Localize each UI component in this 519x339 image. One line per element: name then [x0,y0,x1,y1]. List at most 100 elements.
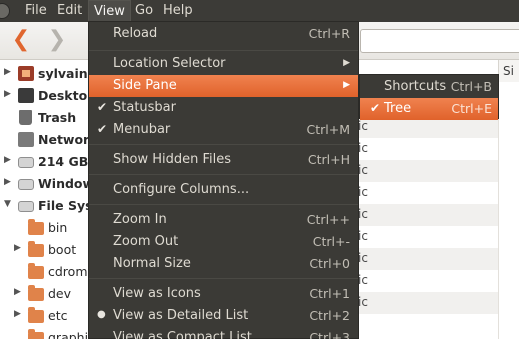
menu-item-label: View as Compact List [113,330,252,339]
expander-icon[interactable]: ▶ [14,243,21,253]
tree-item-boot[interactable]: ▶ boot [0,239,96,261]
window-close-icon[interactable] [0,3,10,19]
table-row[interactable]: ic [358,182,498,204]
menu-item-accel: Ctrl+B [450,79,492,94]
cell: ic [358,207,368,221]
home-folder-icon [18,66,34,81]
folder-icon [28,329,44,339]
cell: ic [358,295,368,309]
tree-item-label: dev [48,286,72,301]
table-row[interactable]: ic [358,204,498,226]
forward-arrow-icon[interactable]: ❯ [44,29,70,53]
column-header-size[interactable]: Si [498,60,519,82]
side-pane-tree: ▶ sylvain ▶ Desktop Trash Network ▶ 214 … [0,60,96,339]
menu-item-side-pane[interactable]: Side Pane ▶ [89,75,358,97]
menu-item-label: Shortcuts [384,79,447,94]
menu-item-accel: Ctrl+R [308,26,350,41]
menu-help[interactable]: Help [158,0,198,22]
table-row[interactable]: ic [358,270,498,292]
table-row[interactable]: ic [358,292,498,314]
cell: ic [358,119,368,133]
expander-icon[interactable]: ▼ [4,199,11,209]
menu-edit[interactable]: Edit [52,0,87,22]
tree-item-dev[interactable]: ▶ dev [0,283,96,305]
tree-item-etc[interactable]: ▶ etc [0,305,96,327]
submenu-arrow-icon: ▶ [343,58,350,68]
tree-item-label: graphi [48,330,89,339]
menu-separator [89,50,358,51]
menu-separator [89,204,358,205]
folder-icon [28,263,44,279]
menubar: File Edit View Go Help [0,0,519,22]
menu-item-accel: Ctrl+2 [309,308,350,323]
tree-item-desktop[interactable]: ▶ Desktop [0,85,96,107]
menu-item-label: Zoom Out [113,234,179,249]
expander-icon[interactable]: ▶ [4,89,11,99]
tree-item-label: boot [48,242,77,257]
menu-separator [89,278,358,279]
expander-icon[interactable]: ▶ [14,309,21,319]
menu-item-menubar[interactable]: ✔ Menubar Ctrl+M [89,119,358,141]
expander-icon[interactable]: ▶ [4,67,11,77]
tree-item-label: bin [48,220,68,235]
side-pane-submenu: Shortcuts Ctrl+B ✔ Tree Ctrl+E [359,74,499,120]
menu-item-reload[interactable]: Reload Ctrl+R [89,23,358,45]
menu-item-accel: Ctrl+M [306,122,351,137]
menu-item-label: Show Hidden Files [113,152,231,167]
menu-file[interactable]: File [20,0,52,22]
menu-item-accel: Ctrl+1 [309,286,350,301]
menu-item-label: Zoom In [113,212,167,227]
menu-item-accel: Ctrl++ [306,212,350,227]
tree-item-sylvain[interactable]: ▶ sylvain [0,63,96,85]
location-bar[interactable] [360,29,519,53]
table-row[interactable]: ic [358,138,498,160]
menu-item-configure-columns[interactable]: Configure Columns... [89,179,358,201]
menu-item-label: Configure Columns... [113,182,250,197]
menu-item-show-hidden-files[interactable]: Show Hidden Files Ctrl+H [89,149,358,171]
folder-icon [28,285,44,301]
cell: ic [358,229,368,243]
cell: ic [358,273,368,287]
menu-item-view-as-icons[interactable]: View as Icons Ctrl+1 [89,283,358,305]
menu-item-accel: Ctrl+E [451,101,492,116]
menu-view[interactable]: View [88,0,131,22]
menu-item-view-as-detailed-list[interactable]: ● View as Detailed List Ctrl+2 [89,305,358,327]
table-row[interactable]: ic [358,160,498,182]
table-row[interactable]: ic [358,226,498,248]
menu-item-zoom-in[interactable]: Zoom In Ctrl++ [89,209,358,231]
tree-item-trash[interactable]: Trash [0,107,96,129]
tree-item-label: cdrom [48,264,88,279]
tree-item-label: Trash [38,110,77,125]
tree-item-cdrom[interactable]: cdrom [0,261,96,283]
menu-item-normal-size[interactable]: Normal Size Ctrl+0 [89,253,358,275]
tree-item-label: sylvain [38,66,88,81]
expander-icon[interactable]: ▶ [4,155,11,165]
expander-icon[interactable]: ▶ [14,287,21,297]
menu-item-statusbar[interactable]: ✔ Statusbar [89,97,358,119]
cell: ic [358,141,368,155]
menu-item-view-as-compact-list[interactable]: View as Compact List Ctrl+3 [89,327,358,339]
tree-item-graphi[interactable]: graphi [0,327,96,339]
folder-icon [28,241,44,257]
menu-item-zoom-out[interactable]: Zoom Out Ctrl+- [89,231,358,253]
table-row[interactable]: ic [358,248,498,270]
menu-item-label: Normal Size [113,256,191,271]
tree-item-file-system[interactable]: ▼ File System [0,195,96,217]
submenu-arrow-icon: ▶ [343,80,350,90]
submenu-item-shortcuts[interactable]: Shortcuts Ctrl+B [360,76,498,98]
submenu-item-tree[interactable]: ✔ Tree Ctrl+E [360,98,498,120]
back-arrow-icon[interactable]: ❮ [8,29,34,53]
expander-icon[interactable]: ▶ [4,177,11,187]
tree-item-windows[interactable]: ▶ Windows [0,173,96,195]
tree-item-214gb[interactable]: ▶ 214 GB [0,151,96,173]
folder-icon [28,219,44,235]
menu-item-label: Tree [384,101,412,116]
menu-item-label: Reload [113,26,158,41]
menu-item-label: View as Icons [113,286,201,301]
tree-item-network[interactable]: Network [0,129,96,151]
menu-item-accel: Ctrl+H [307,152,350,167]
check-icon: ✔ [370,101,381,115]
tree-item-bin[interactable]: bin [0,217,96,239]
menu-item-location-selector[interactable]: Location Selector ▶ [89,53,358,75]
menu-go[interactable]: Go [130,0,158,22]
